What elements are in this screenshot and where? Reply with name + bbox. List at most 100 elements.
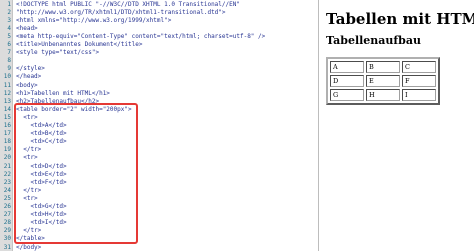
- line-number: 26: [3, 203, 11, 210]
- code-line[interactable]: 15 <tr>: [0, 114, 318, 122]
- line-number: 8: [7, 57, 11, 65]
- line-number: 13: [3, 97, 11, 105]
- code-text[interactable]: </style>: [16, 65, 45, 73]
- code-text[interactable]: </table>: [16, 235, 45, 243]
- code-line[interactable]: 8: [0, 57, 318, 65]
- line-number: 20: [3, 154, 11, 162]
- code-editor[interactable]: 1 <!DOCTYPE html PUBLIC "-//W3C//DTD XHTM…: [0, 0, 319, 251]
- code-line[interactable]: 2 "http://www.w3.org/TR/xhtml1/DTD/xhtml1…: [0, 9, 318, 17]
- code-text[interactable]: <!DOCTYPE html PUBLIC "-//W3C//DTD XHTML…: [16, 1, 240, 9]
- code-text[interactable]: <tr>: [16, 154, 37, 162]
- code-line[interactable]: 21 <td>D</td>: [0, 163, 318, 171]
- code-line[interactable]: 14 <table border="2" width="200px">: [0, 106, 318, 114]
- table-cell: G: [330, 89, 364, 101]
- code-line[interactable]: 18 <td>C</td>: [0, 138, 318, 146]
- table-row: G H I: [330, 89, 436, 101]
- code-line[interactable]: 11 <body>: [0, 82, 318, 90]
- code-text[interactable]: <h2>Tabellenaufbau</h2>: [16, 98, 99, 106]
- line-number: 25: [3, 194, 11, 202]
- code-line[interactable]: 13 <h2>Tabellenaufbau</h2>: [0, 98, 318, 106]
- table-row: D E F: [330, 75, 436, 87]
- code-line[interactable]: 9 </style>: [0, 65, 318, 73]
- code-text[interactable]: <meta http-equiv="Content-Type" content=…: [16, 33, 265, 41]
- table-cell: B: [366, 61, 400, 73]
- code-line[interactable]: 7 <style type="text/css">: [0, 49, 318, 57]
- code-text[interactable]: </tr>: [16, 146, 41, 154]
- code-line[interactable]: 27 <td>H</td>: [0, 211, 318, 219]
- code-text[interactable]: <td>B</td>: [16, 130, 66, 138]
- code-text[interactable]: <td>H</td>: [16, 211, 66, 219]
- code-text[interactable]: <tr>: [16, 195, 37, 203]
- line-number: 3: [7, 16, 11, 24]
- code-line[interactable]: 28 <td>I</td>: [0, 219, 318, 227]
- code-line[interactable]: 12 <h1>Tabellen mit HTML</h1>: [0, 90, 318, 98]
- table-cell: C: [402, 61, 436, 73]
- code-text[interactable]: <td>F</td>: [16, 179, 66, 187]
- line-number: 5: [7, 32, 11, 40]
- preview-table: A B C D E F G H I: [326, 57, 440, 105]
- code-text[interactable]: <body>: [16, 82, 38, 90]
- line-number: 18: [3, 138, 11, 146]
- code-text[interactable]: <td>C</td>: [16, 138, 66, 146]
- code-line[interactable]: 20 <tr>: [0, 154, 318, 162]
- code-text[interactable]: <head>: [16, 25, 38, 33]
- line-number: 11: [3, 81, 11, 89]
- code-line[interactable]: 26 <td>G</td>: [0, 203, 318, 211]
- code-text[interactable]: </tr>: [16, 187, 41, 195]
- line-number: 28: [3, 219, 11, 227]
- code-line[interactable]: 24 </tr>: [0, 187, 318, 195]
- line-number: 29: [3, 227, 11, 235]
- code-line[interactable]: 22 <td>E</td>: [0, 171, 318, 179]
- table-cell: I: [402, 89, 436, 101]
- code-text[interactable]: </tr>: [16, 227, 41, 235]
- code-text[interactable]: <h1>Tabellen mit HTML</h1>: [16, 90, 110, 98]
- code-text[interactable]: <td>G</td>: [16, 203, 66, 211]
- code-line[interactable]: 19 </tr>: [0, 146, 318, 154]
- code-line[interactable]: 3 <html xmlns="http://www.w3.org/1999/xht…: [0, 17, 318, 25]
- code-text[interactable]: <title>Unbenanntes Dokument</title>: [16, 41, 142, 49]
- code-line[interactable]: 16 <td>A</td>: [0, 122, 318, 130]
- line-number: 14: [3, 105, 11, 113]
- code-line[interactable]: 6 <title>Unbenanntes Dokument</title>: [0, 41, 318, 49]
- line-number: 1: [7, 0, 11, 8]
- code-line[interactable]: 23 <td>F</td>: [0, 179, 318, 187]
- line-number: 2: [7, 8, 11, 16]
- code-line[interactable]: 1 <!DOCTYPE html PUBLIC "-//W3C//DTD XHTM…: [0, 1, 318, 9]
- table-cell: E: [366, 75, 400, 87]
- line-number: 22: [3, 170, 11, 178]
- code-line[interactable]: 31 </body>: [0, 244, 318, 252]
- code-text[interactable]: </head>: [16, 73, 41, 81]
- code-text[interactable]: <html xmlns="http://www.w3.org/1999/xhtm…: [16, 17, 171, 25]
- code-text[interactable]: </body>: [16, 244, 41, 252]
- code-line[interactable]: 10 </head>: [0, 73, 318, 81]
- code-text[interactable]: <td>A</td>: [16, 122, 66, 130]
- line-number: 10: [3, 73, 11, 81]
- line-number: 21: [3, 162, 11, 170]
- table-cell: D: [330, 75, 364, 87]
- code-text[interactable]: "http://www.w3.org/TR/xhtml1/DTD/xhtml1-…: [16, 9, 226, 17]
- code-line[interactable]: 5 <meta http-equiv="Content-Type" content…: [0, 33, 318, 41]
- code-text[interactable]: <td>D</td>: [16, 163, 66, 171]
- browser-preview: Tabellen mit HTML Tabellenaufbau A B C D…: [320, 0, 474, 251]
- line-number: 4: [7, 24, 11, 32]
- preview-heading-2: Tabellenaufbau: [326, 34, 421, 47]
- code-line[interactable]: 30 </table>: [0, 235, 318, 243]
- code-text[interactable]: <style type="text/css">: [16, 49, 99, 57]
- line-number: 19: [3, 146, 11, 154]
- line-number: 30: [3, 235, 11, 243]
- table-cell: F: [402, 75, 436, 87]
- code-text[interactable]: <table border="2" width="200px">: [16, 106, 132, 114]
- preview-heading-1: Tabellen mit HTML: [326, 10, 474, 28]
- code-line[interactable]: 29 </tr>: [0, 227, 318, 235]
- code-text[interactable]: <tr>: [16, 114, 37, 122]
- code-line[interactable]: 17 <td>B</td>: [0, 130, 318, 138]
- code-text[interactable]: <td>E</td>: [16, 171, 66, 179]
- table-cell: A: [330, 61, 364, 73]
- line-number: 16: [3, 122, 11, 129]
- code-line[interactable]: 25 <tr>: [0, 195, 318, 203]
- line-number: 24: [3, 186, 11, 194]
- code-text[interactable]: <td>I</td>: [16, 219, 66, 227]
- line-number: 6: [7, 41, 11, 48]
- line-number: 12: [3, 89, 11, 97]
- code-line[interactable]: 4 <head>: [0, 25, 318, 33]
